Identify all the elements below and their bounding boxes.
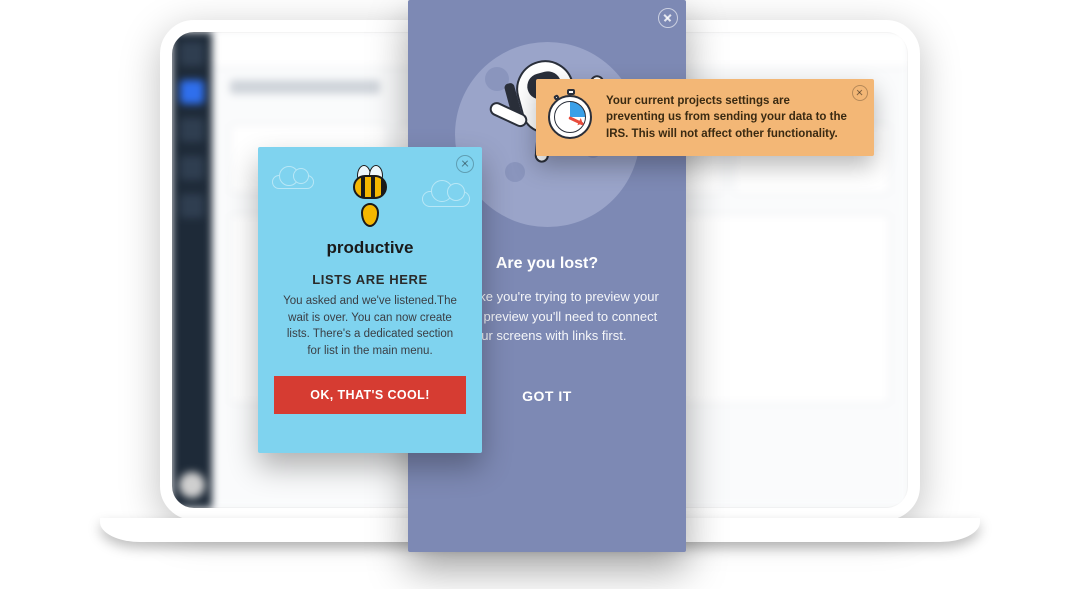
toast-message: Your current projects settings are preve…	[606, 93, 862, 141]
app-sidebar	[172, 32, 212, 508]
brand-name: productive	[274, 238, 466, 258]
warning-toast: Your current projects settings are preve…	[536, 79, 874, 156]
modal-title: LISTS ARE HERE	[274, 272, 466, 287]
bee-icon	[353, 175, 387, 227]
close-icon[interactable]	[456, 155, 474, 173]
cloud-icon	[422, 191, 470, 207]
sidebar-nav-icon	[180, 80, 204, 104]
crater-icon	[505, 162, 525, 182]
modal-body: You asked and we've listened.The wait is…	[282, 293, 458, 360]
got-it-button[interactable]: GOT IT	[522, 388, 572, 404]
cloud-icon	[272, 175, 314, 189]
sidebar-nav-icon	[180, 42, 204, 66]
avatar	[179, 472, 205, 498]
sidebar-nav-icon	[180, 156, 204, 180]
ok-button[interactable]: OK, THAT'S COOL!	[274, 376, 466, 414]
sidebar-nav-icon	[180, 118, 204, 142]
sidebar-nav-icon	[180, 194, 204, 218]
close-icon[interactable]	[658, 8, 678, 28]
announcement-modal-lists: productive LISTS ARE HERE You asked and …	[258, 147, 482, 453]
stopwatch-icon	[548, 95, 594, 141]
page-title	[230, 80, 380, 94]
close-icon[interactable]	[852, 85, 868, 101]
